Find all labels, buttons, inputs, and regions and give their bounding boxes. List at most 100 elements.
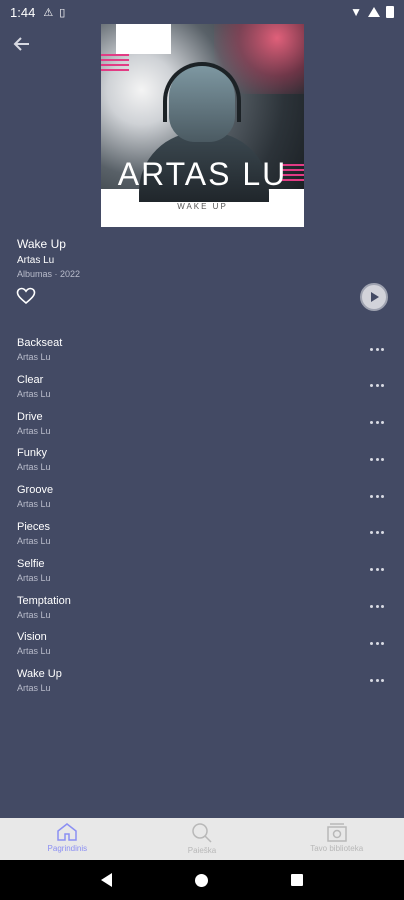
arrow-left-icon	[13, 37, 29, 51]
track-row[interactable]: Backseat Artas Lu	[0, 334, 404, 371]
more-options-dot	[370, 641, 373, 645]
track-title: Temptation	[17, 594, 71, 607]
more-options-dot	[381, 384, 384, 388]
more-options-dot	[381, 494, 384, 498]
more-options-dot	[381, 678, 384, 682]
more-options-dot	[381, 531, 384, 535]
track-title: Backseat	[17, 337, 63, 349]
track-artist: Artas Lu	[17, 499, 51, 510]
more-options-icon[interactable]	[370, 567, 384, 573]
nav-label-home: Pagrindinis	[47, 844, 88, 853]
album-cover-subtitle: WAKE UP	[177, 202, 228, 211]
more-options-dot	[375, 457, 379, 461]
more-options-icon[interactable]	[370, 420, 384, 426]
album-cover-stripes-left	[101, 54, 129, 71]
album-cover-title: ARTAS LU	[117, 156, 288, 192]
track-row[interactable]: Vision Artas Lu	[0, 628, 404, 665]
more-options-dot	[381, 347, 384, 351]
heart-icon	[16, 287, 36, 305]
signal-icon	[368, 7, 380, 17]
track-artist: Artas Lu	[17, 609, 51, 620]
track-title: Clear	[17, 373, 44, 386]
album-cover-white-block	[116, 24, 171, 54]
more-options-dot	[370, 457, 373, 461]
wifi-icon: ▼	[350, 5, 362, 19]
system-navigation-bar	[0, 860, 404, 900]
more-options-icon[interactable]	[370, 456, 384, 462]
track-artist: Artas Lu	[17, 425, 51, 436]
track-row[interactable]: Wake Up Artas Lu	[0, 665, 404, 702]
track-list: Backseat Artas Lu Clear Artas Lu Drive Artas …	[0, 334, 404, 702]
track-row[interactable]: Funky Artas Lu	[0, 444, 404, 481]
library-icon	[326, 823, 347, 842]
status-icons: ▼	[350, 5, 394, 19]
more-options-icon[interactable]	[370, 640, 384, 646]
search-icon	[192, 823, 212, 843]
more-options-dot	[375, 678, 379, 682]
more-options-dot	[370, 347, 373, 351]
more-options-dot	[370, 384, 373, 388]
track-artist: Artas Lu	[17, 572, 51, 583]
track-title: Pieces	[17, 520, 51, 533]
track-artist: Artas Lu	[17, 388, 51, 399]
more-options-dot	[370, 531, 373, 535]
more-options-icon[interactable]	[370, 383, 384, 389]
more-options-dot	[370, 568, 373, 572]
track-title: Funky	[17, 447, 47, 460]
track-row[interactable]: Clear Artas Lu	[0, 371, 404, 408]
track-title: Drive	[17, 410, 43, 423]
track-row[interactable]: Temptation Artas Lu	[0, 592, 404, 629]
more-options-dot	[375, 641, 379, 645]
track-row[interactable]: Groove Artas Lu	[0, 481, 404, 518]
system-recents-icon[interactable]	[290, 874, 303, 886]
track-artist: Artas Lu	[17, 683, 51, 694]
more-options-dot	[381, 641, 384, 645]
track-artist: Artas Lu	[17, 535, 51, 546]
more-options-dot	[375, 494, 379, 498]
more-options-dot	[375, 605, 379, 609]
status-bar: 1:44 ⚠ ▯ ▼	[0, 0, 404, 24]
more-options-dot	[381, 605, 384, 609]
back-button[interactable]	[10, 32, 34, 56]
track-title: Selfie	[17, 557, 45, 570]
track-row[interactable]: Pieces Artas Lu	[0, 518, 404, 555]
more-options-dot	[381, 568, 384, 572]
album-artist[interactable]: Artas Lu	[17, 255, 80, 266]
nav-item-home[interactable]: Pagrindinis	[0, 818, 135, 860]
status-time: 1:44	[10, 4, 36, 20]
track-title: Vision	[17, 631, 47, 644]
track-artist: Artas Lu	[17, 646, 51, 657]
nav-item-search[interactable]: Paieška	[135, 818, 270, 860]
system-home-icon[interactable]	[194, 873, 208, 887]
track-artist: Artas Lu	[17, 352, 51, 362]
more-options-dot	[375, 568, 379, 572]
album-info: Wake Up Artas Lu Albumas · 2022	[17, 237, 80, 279]
track-title: Groove	[17, 484, 54, 497]
nav-label-search: Paieška	[187, 846, 217, 855]
more-options-icon[interactable]	[370, 604, 384, 610]
more-options-icon[interactable]	[370, 346, 384, 352]
more-options-dot	[370, 605, 373, 609]
more-options-icon[interactable]	[370, 493, 384, 499]
more-options-dot	[381, 457, 384, 461]
battery-icon	[386, 6, 394, 18]
track-artist: Artas Lu	[17, 462, 51, 473]
more-options-dot	[381, 421, 384, 425]
bottom-navigation: Pagrindinis Paieška Tavo biblioteka	[0, 818, 404, 860]
nav-label-library: Tavo biblioteka	[310, 844, 364, 853]
track-row[interactable]: Selfie Artas Lu	[0, 555, 404, 592]
track-title: Wake Up	[17, 668, 62, 681]
like-button[interactable]	[16, 287, 36, 305]
more-options-dot	[375, 531, 379, 535]
track-row[interactable]: Drive Artas Lu	[0, 408, 404, 445]
more-options-dot	[370, 494, 373, 498]
more-options-icon[interactable]	[370, 677, 384, 683]
nav-item-library[interactable]: Tavo biblioteka	[269, 818, 404, 860]
more-options-icon[interactable]	[370, 530, 384, 536]
play-icon	[371, 292, 379, 302]
more-options-dot	[375, 421, 379, 425]
more-options-dot	[370, 678, 373, 682]
system-back-icon[interactable]	[101, 873, 113, 887]
album-title: Wake Up	[17, 237, 66, 251]
play-button[interactable]	[360, 283, 388, 311]
